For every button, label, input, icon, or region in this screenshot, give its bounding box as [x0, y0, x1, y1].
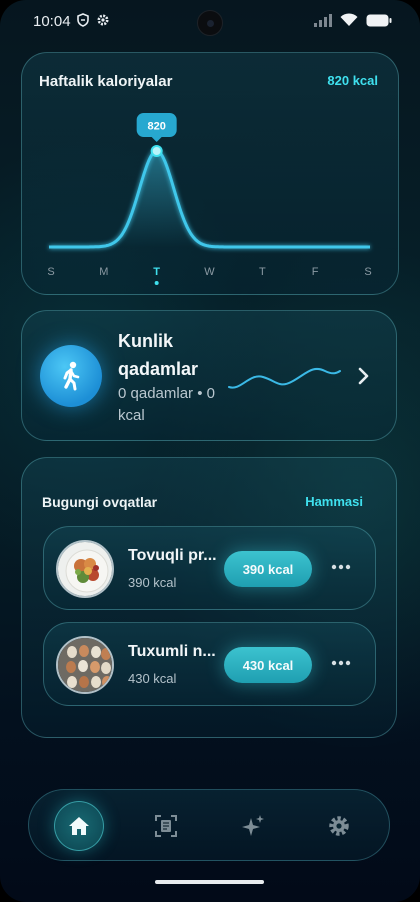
status-icons-left: [76, 13, 110, 27]
home-indicator: [155, 880, 264, 884]
chart-day-label: S: [47, 266, 54, 278]
bottom-navigation: [28, 789, 390, 861]
nav-settings[interactable]: [314, 801, 364, 851]
more-options-icon[interactable]: [330, 557, 352, 577]
scan-document-icon: [155, 815, 177, 837]
walking-person-icon: [63, 361, 80, 391]
meal-photo: [56, 540, 114, 598]
signal-icon: [314, 13, 332, 27]
sparkles-icon: [242, 815, 264, 836]
see-all-link[interactable]: Hammasi: [305, 494, 363, 509]
chart-day-label: M: [99, 266, 108, 278]
home-icon: [69, 817, 89, 835]
front-camera: [197, 10, 223, 36]
status-bar: 10:04: [0, 0, 420, 44]
chart-day-label: W: [204, 266, 215, 278]
battery-icon: [366, 14, 392, 26]
chart-series-line: [49, 149, 370, 249]
status-time: 10:04: [33, 13, 71, 30]
steps-icon-badge: [40, 345, 102, 407]
steps-subtitle: 0 qadamlar • 0 kcal: [118, 385, 215, 424]
meal-item[interactable]: Tovuqli pr... 390 kcal 390 kcal: [43, 526, 376, 610]
daily-steps-card[interactable]: Kunlik qadamlar 0 qadamlar • 0 kcal: [21, 310, 397, 441]
chart-tooltip-value: 820: [147, 121, 165, 133]
chart-day-label: F: [312, 266, 319, 278]
meal-item[interactable]: Tuxumli n... 430 kcal 430 kcal: [43, 622, 376, 706]
meal-name: Tuxumli n...: [128, 643, 216, 660]
chart-area-fill: [49, 151, 370, 247]
nav-ai[interactable]: [228, 801, 278, 851]
meal-calorie-badge: 390 kcal: [224, 551, 312, 587]
nav-home[interactable]: [54, 801, 104, 851]
chart-day-label: T: [259, 266, 266, 278]
chart-tooltip-arrow: [151, 137, 162, 142]
wifi-icon: [340, 13, 358, 26]
meal-calories: 390 kcal: [128, 575, 177, 590]
chart-selected-day-dot: [154, 281, 159, 285]
meals-card-title: Bugungi ovqatlar: [42, 494, 158, 510]
chevron-right-icon[interactable]: [358, 367, 370, 385]
steps-title: Kunlik qadamlar: [118, 331, 199, 379]
chart-day-label: S: [364, 266, 371, 278]
app-screen: 10:04 Haftalik kaloriyalar 820 kcal 820 …: [0, 0, 420, 902]
weekly-calories-card[interactable]: Haftalik kaloriyalar 820 kcal 820 S M T W T F S: [21, 52, 399, 295]
gear-icon: [329, 816, 349, 836]
settings-status-icon: [97, 14, 109, 26]
meal-photo: [56, 636, 114, 694]
more-options-icon[interactable]: [330, 653, 352, 673]
shield-icon: [77, 13, 89, 27]
nav-scan[interactable]: [141, 801, 191, 851]
meal-name: Tovuqli pr...: [128, 547, 217, 564]
chart-highlight-point: [150, 145, 163, 157]
weekly-calories-chart: 820 S M T W T F S: [47, 113, 372, 285]
todays-meals-card: Bugungi ovqatlar Hammasi Tovuqli pr... 3…: [21, 457, 397, 738]
status-icons-right: [314, 13, 392, 27]
steps-trend-line: [228, 367, 341, 389]
meal-calories: 430 kcal: [128, 671, 177, 686]
chart-day-label: T: [153, 266, 160, 278]
meal-calorie-badge: 430 kcal: [224, 647, 312, 683]
